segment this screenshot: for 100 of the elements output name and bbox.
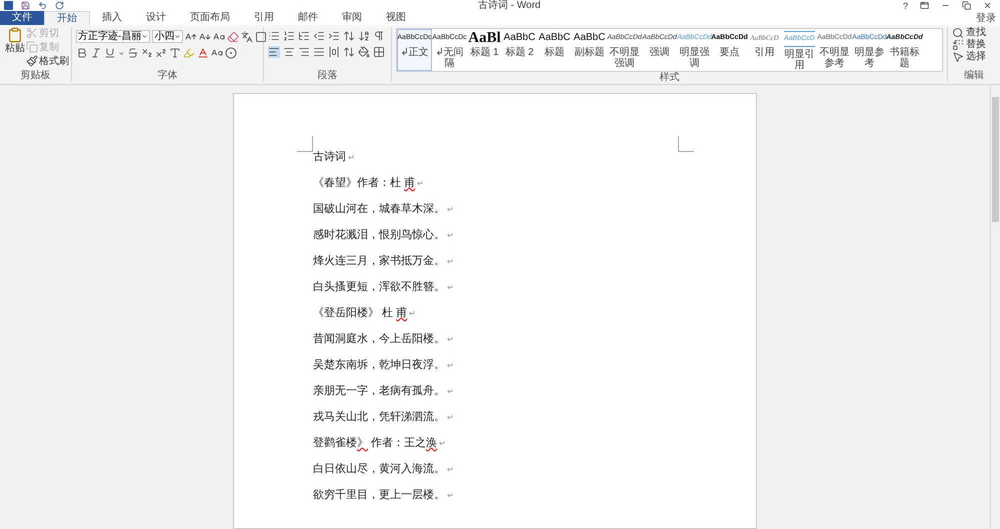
vertical-scrollbar[interactable] — [990, 85, 1000, 529]
group-label: 样式 — [658, 72, 680, 84]
character-border-icon[interactable] — [255, 30, 268, 42]
change-case-icon[interactable] — [213, 30, 226, 42]
style-name: 不明显强调 — [608, 47, 640, 69]
paste-button[interactable]: 粘贴 — [5, 43, 25, 54]
brush-icon[interactable] — [26, 55, 38, 67]
ribbon-tab[interactable]: 引用 — [242, 11, 286, 25]
caret-icon — [174, 33, 182, 40]
corner-mark — [297, 136, 313, 152]
grow-font-icon[interactable] — [185, 30, 198, 42]
pointer-icon[interactable] — [952, 51, 964, 63]
document-line: 国破山河在，城春草木深。 ↵ — [313, 202, 455, 217]
document-line: 《春望》作者：杜 甫 ↵ — [313, 176, 426, 191]
style-name: 标题 1 — [469, 47, 500, 58]
phonetic-guide-icon[interactable] — [241, 30, 254, 42]
decrease-indent-icon[interactable] — [313, 30, 325, 42]
increase-indent-icon[interactable] — [328, 30, 340, 42]
ribbon-display-icon[interactable] — [920, 1, 929, 10]
paste-icon[interactable] — [7, 27, 23, 43]
document-line: 昔闻洞庭水，今上岳阳楼。 ↵ — [313, 332, 455, 347]
redo-icon[interactable] — [55, 1, 64, 10]
scrollbar-thumb[interactable] — [992, 97, 999, 222]
document-line: 吴楚东南坼，乾坤日夜浮。 ↵ — [313, 358, 455, 373]
document-line: 戎马关山北，凭轩涕泗流。 ↵ — [313, 410, 455, 425]
ribbon-tab[interactable]: 邮件 — [286, 11, 330, 25]
style-item[interactable]: AaBbC 副标题 — [572, 29, 607, 71]
style-preview: AaBbC — [504, 31, 536, 45]
document-line: 烽火连三月，家书抵万金。 ↵ — [313, 254, 455, 269]
editing-button[interactable]: 选择 — [952, 51, 986, 63]
caret-icon — [118, 50, 125, 56]
save-icon[interactable] — [21, 1, 30, 10]
document-line: 亲朋无一字，老病有孤舟。 ↵ — [313, 384, 455, 399]
borders-icon[interactable] — [373, 46, 385, 58]
replace-icon[interactable] — [952, 39, 964, 51]
clear-format-icon[interactable] — [227, 30, 240, 42]
search-icon[interactable] — [952, 27, 964, 39]
superscript-icon[interactable] — [155, 47, 167, 59]
bold-icon[interactable] — [76, 47, 88, 59]
ribbon-tab[interactable]: 视图 — [374, 11, 418, 25]
line-spacing-icon[interactable] — [343, 46, 355, 58]
align-center-icon[interactable] — [283, 46, 295, 58]
font-size-field[interactable]: 小四 — [152, 30, 184, 43]
font-color-icon[interactable] — [197, 47, 209, 59]
document-line: 登鹳雀楼》 作者：王之涣 ↵ — [313, 436, 448, 451]
style-item[interactable]: AaBbC 标题 2 — [502, 29, 537, 71]
style-preview: AaBbC — [538, 31, 570, 45]
numbering-icon[interactable] — [283, 30, 295, 42]
undo-icon[interactable] — [38, 1, 47, 10]
sign-in-link[interactable]: 登录 — [976, 12, 996, 25]
style-name: 不明显参考 — [818, 47, 850, 69]
style-preview: AaBl — [468, 31, 501, 45]
italic-icon[interactable] — [90, 47, 102, 59]
distributed-icon[interactable] — [328, 46, 340, 58]
group-label: 字体 — [156, 70, 178, 82]
editing-button[interactable]: 查找 — [952, 27, 986, 39]
ribbon-tab[interactable]: 页面布局 — [178, 11, 242, 25]
show-marks-icon[interactable] — [373, 30, 385, 42]
style-name: 标题 2 — [504, 47, 535, 58]
window-title: 古诗词 - Word — [478, 0, 541, 11]
document-line: 感时花溅泪，恨别鸟惊心。 ↵ — [313, 228, 455, 243]
ribbon-tab[interactable]: 开始 — [44, 11, 90, 25]
group-label: 段落 — [316, 70, 338, 82]
restore-icon[interactable] — [962, 1, 971, 10]
multilevel-list-icon[interactable] — [298, 30, 310, 42]
ribbon-tab[interactable]: 设计 — [134, 11, 178, 25]
group-label: 剪贴板 — [20, 70, 52, 82]
sort-icon[interactable] — [358, 30, 370, 42]
file-tab[interactable]: 文件 — [0, 11, 44, 25]
style-item[interactable]: AaBbC 标题 — [537, 29, 572, 71]
style-name: 标题 — [544, 47, 566, 58]
text-effects-icon[interactable] — [169, 47, 181, 59]
caret-icon — [141, 33, 148, 40]
close-icon[interactable] — [983, 1, 992, 10]
document-line: 欲穷千里目，更上一层楼。 ↵ — [313, 488, 455, 503]
align-left-icon[interactable] — [268, 46, 280, 58]
style-name: ↲无间隔 — [434, 47, 464, 69]
style-item[interactable]: AaBl 标题 1 — [467, 29, 502, 71]
editing-button[interactable]: 替换 — [952, 39, 986, 51]
align-right-icon[interactable] — [298, 46, 310, 58]
document-line: 白头搔更短，浑欲不胜簪。 ↵ — [313, 280, 455, 295]
ribbon-tab[interactable]: 审阅 — [330, 11, 374, 25]
shrink-font-icon[interactable] — [199, 30, 212, 42]
help-button[interactable]: ? — [902, 0, 908, 10]
style-name: 明显参考 — [854, 47, 886, 69]
clipboard-button[interactable]: 格式刷 — [39, 56, 69, 66]
style-name: 强调 — [648, 47, 670, 58]
style-name: 副标题 — [574, 47, 606, 58]
subscript-icon[interactable] — [141, 47, 153, 59]
font-name-field[interactable]: 方正字迹-昌丽 — [76, 30, 150, 43]
strikethrough-icon[interactable] — [127, 47, 139, 59]
shading-icon[interactable] — [358, 46, 370, 58]
style-name: 要点 — [718, 47, 740, 58]
style-name: ↲正文 — [400, 47, 430, 58]
style-name: 明显引用 — [784, 49, 816, 71]
justify-icon[interactable] — [313, 46, 325, 58]
style-name: 书籍标题 — [888, 47, 920, 69]
underline-icon[interactable] — [104, 47, 116, 59]
document-line: 白日依山尽，黄河入海流。 ↵ — [313, 462, 455, 477]
ribbon-tab[interactable]: 插入 — [90, 11, 134, 25]
